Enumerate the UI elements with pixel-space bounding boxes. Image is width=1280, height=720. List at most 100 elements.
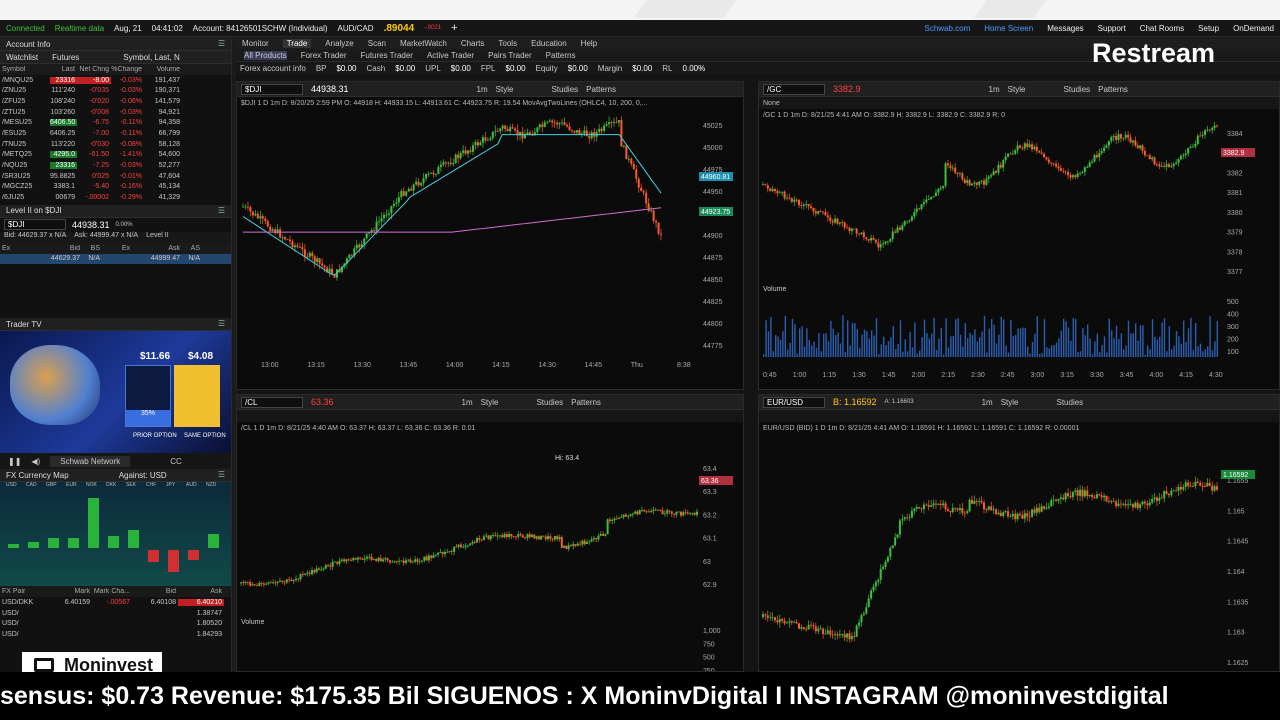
level2-symbol-input[interactable]: $DJI bbox=[4, 219, 66, 231]
dji-candle bbox=[407, 188, 410, 192]
link-support[interactable]: Support bbox=[1098, 24, 1126, 33]
nav-tab-charts[interactable]: Charts bbox=[461, 39, 485, 48]
chart-symbol-input[interactable]: $DJI bbox=[241, 83, 303, 95]
menu-icon[interactable]: ☰ bbox=[218, 39, 225, 48]
nav-tab-trade[interactable]: Trade bbox=[282, 39, 312, 48]
fx-currency-map[interactable]: USD CAD GBP EUR NOK DKK SEK CHF JPY AUD NZD bbox=[0, 482, 231, 587]
watchlist-row[interactable]: /TNU25 113'220 -0'030 -0.08% 58,128 bbox=[0, 139, 231, 150]
chart-symbol-input[interactable]: /CL bbox=[241, 396, 303, 408]
timeframe-button[interactable]: 1m bbox=[477, 85, 488, 94]
style-button[interactable]: Style bbox=[496, 85, 514, 94]
nav-tab-marketwatch[interactable]: MarketWatch bbox=[400, 39, 447, 48]
link-ondemand[interactable]: OnDemand bbox=[1233, 24, 1274, 33]
account-info-header[interactable]: Account Info ☰ bbox=[0, 38, 231, 51]
volume-bar bbox=[935, 349, 938, 357]
dji-chart-plot[interactable]: 4502545000449754495044925449004487544850… bbox=[237, 109, 744, 389]
subtab-pairs-trader[interactable]: Pairs Trader bbox=[488, 51, 532, 60]
subtab-all-products[interactable]: All Products bbox=[244, 50, 287, 60]
volume-bar bbox=[868, 338, 870, 357]
eurusd-chart-plot[interactable]: 1.1655 1.165 1.1645 1.164 1.1635 1.163 1.1625 1… bbox=[759, 434, 1280, 672]
cc-icon[interactable]: CC bbox=[170, 457, 182, 466]
tv-channel-select[interactable]: Schwab Network bbox=[50, 455, 131, 467]
watchlist-row[interactable]: /MGCZ25 3383.1 -5.40 -0.16% 45,134 bbox=[0, 182, 231, 193]
link-messages[interactable]: Messages bbox=[1047, 24, 1083, 33]
style-button[interactable]: Style bbox=[481, 398, 499, 407]
col-pct-change[interactable]: %Change bbox=[111, 66, 144, 73]
add-icon[interactable]: + bbox=[451, 22, 457, 34]
nav-tab-scan[interactable]: Scan bbox=[368, 39, 386, 48]
patterns-button[interactable]: Patterns bbox=[586, 85, 616, 94]
timeframe-button[interactable]: 1m bbox=[982, 398, 993, 407]
sort-selector[interactable]: Symbol, Last, N bbox=[123, 53, 179, 62]
link-setup[interactable]: Setup bbox=[1198, 24, 1219, 33]
studies-button[interactable]: Studies bbox=[536, 398, 563, 407]
cl-candle bbox=[430, 555, 433, 558]
link-chat-rooms[interactable]: Chat Rooms bbox=[1140, 24, 1184, 33]
subtab-active-trader[interactable]: Active Trader bbox=[427, 51, 474, 60]
volume-icon[interactable]: ◀) bbox=[31, 457, 40, 466]
fx-row[interactable]: USD/1.80520 bbox=[0, 618, 231, 629]
trader-tv-video[interactable]: $11.66 $4.08 35% PRIOR OPTION SAME OPTIO… bbox=[0, 331, 231, 454]
watchlist-row[interactable]: /METQ25 4295.0 -61.50 -1.41% 54,600 bbox=[0, 150, 231, 161]
fx-against-select[interactable]: Against: USD bbox=[119, 471, 167, 480]
fx-row[interactable]: USD/1.84293 bbox=[0, 629, 231, 640]
studies-button[interactable]: Studies bbox=[1057, 398, 1084, 407]
watchlist-row[interactable]: /ESU25 6406.25 -7.00 -0.11% 66,799 bbox=[0, 128, 231, 139]
nav-tab-education[interactable]: Education bbox=[531, 39, 567, 48]
watchlist-row[interactable]: /NQU25 23316 -7.25 -0.03% 52,277 bbox=[0, 160, 231, 171]
watchlist-row[interactable]: /SR3U25 95.8825 0'025 -0.01% 47,604 bbox=[0, 171, 231, 182]
col-symbol[interactable]: Symbol bbox=[2, 66, 50, 73]
fx-row[interactable]: USD/1.38747 bbox=[0, 608, 231, 619]
style-button[interactable]: Style bbox=[1008, 85, 1026, 94]
subtab-patterns[interactable]: Patterns bbox=[546, 51, 576, 60]
subtab-forex-trader[interactable]: Forex Trader bbox=[301, 51, 347, 60]
fx-col-bid[interactable]: Bid bbox=[132, 588, 178, 595]
chart-symbol-input[interactable]: /GC bbox=[763, 83, 825, 95]
menu-icon[interactable]: ☰ bbox=[218, 206, 225, 215]
pair-symbol[interactable]: AUD/CAD bbox=[338, 24, 374, 33]
subtab-futures-trader[interactable]: Futures Trader bbox=[360, 51, 412, 60]
patterns-button[interactable]: Patterns bbox=[571, 398, 601, 407]
cl-candle bbox=[242, 582, 245, 584]
fx-col-ask[interactable]: Ask bbox=[178, 588, 224, 595]
pause-icon[interactable]: ❚❚ bbox=[8, 457, 21, 466]
gc-candle bbox=[1153, 157, 1156, 165]
chart-symbol-input[interactable]: EUR/USD bbox=[763, 396, 825, 408]
col-volume[interactable]: Volume bbox=[144, 66, 182, 73]
gc-chart-plot[interactable]: 338433833382338133803379337833773382.9Vo… bbox=[759, 121, 1280, 390]
col-net-change[interactable]: Net Chng bbox=[77, 66, 111, 73]
level2-row[interactable]: 44629.37 N/A 44999.47 N/A bbox=[0, 253, 231, 265]
menu-icon[interactable]: ☰ bbox=[218, 470, 225, 479]
watchlist-name-select[interactable]: Futures bbox=[52, 53, 79, 62]
nav-tab-help[interactable]: Help bbox=[581, 39, 597, 48]
studies-button[interactable]: Studies bbox=[1063, 85, 1090, 94]
timeframe-button[interactable]: 1m bbox=[462, 398, 473, 407]
style-button[interactable]: Style bbox=[1001, 398, 1019, 407]
nav-tab-monitor[interactable]: Monitor bbox=[242, 39, 269, 48]
fx-col-markchg[interactable]: Mark Cha... bbox=[92, 588, 132, 595]
nav-tab-tools[interactable]: Tools bbox=[498, 39, 517, 48]
menu-icon[interactable]: ☰ bbox=[218, 319, 225, 328]
dji-candle bbox=[632, 163, 635, 170]
fx-col-mark[interactable]: Mark bbox=[48, 588, 92, 595]
watchlist-row[interactable]: /ZNU25 111'240 -0'035 -0.03% 190,371 bbox=[0, 85, 231, 96]
col-last[interactable]: Last bbox=[50, 66, 77, 73]
link-home-screen[interactable]: Home Screen bbox=[984, 24, 1033, 33]
studies-button[interactable]: Studies bbox=[551, 85, 578, 94]
cl-chart-plot[interactable]: 63.4 63.3 63.2 63.1 63 62.9 63.36 Hi: 63.4 Volum… bbox=[237, 434, 744, 672]
fx-col-pair[interactable]: FX Pair bbox=[2, 588, 48, 595]
watchlist-row[interactable]: /ZFU25 108'240 -0'020 -0.06% 141,579 bbox=[0, 96, 231, 107]
nav-tab-analyze[interactable]: Analyze bbox=[325, 39, 353, 48]
fx-none-label[interactable]: None bbox=[763, 100, 780, 107]
fx-row[interactable]: USD/DKK 6.40159 -.00567 6.40108 6.40210 bbox=[0, 597, 231, 608]
account-selector[interactable]: Account: 84126501SCHW (Individual) bbox=[193, 24, 328, 33]
watchlist-row[interactable]: /MESU25 6406.50 -6.75 -0.11% 94,358 bbox=[0, 117, 231, 128]
watchlist-cell-sym: /NQU25 bbox=[2, 162, 28, 170]
link-schwab[interactable]: Schwab.com bbox=[924, 24, 970, 33]
watchlist-row[interactable]: /MNQU25 23316 -8.00 -0.03% 191,437 bbox=[0, 75, 231, 86]
price-tag: 63.36 bbox=[701, 478, 719, 485]
watchlist-row[interactable]: /ZTU25 103'260 -0'008 -0.03% 94,921 bbox=[0, 107, 231, 118]
patterns-button[interactable]: Patterns bbox=[1098, 85, 1128, 94]
watchlist-row[interactable]: /6JU25 00679 -.00002 -0.29% 41,329 bbox=[0, 192, 231, 203]
timeframe-button[interactable]: 1m bbox=[989, 85, 1000, 94]
